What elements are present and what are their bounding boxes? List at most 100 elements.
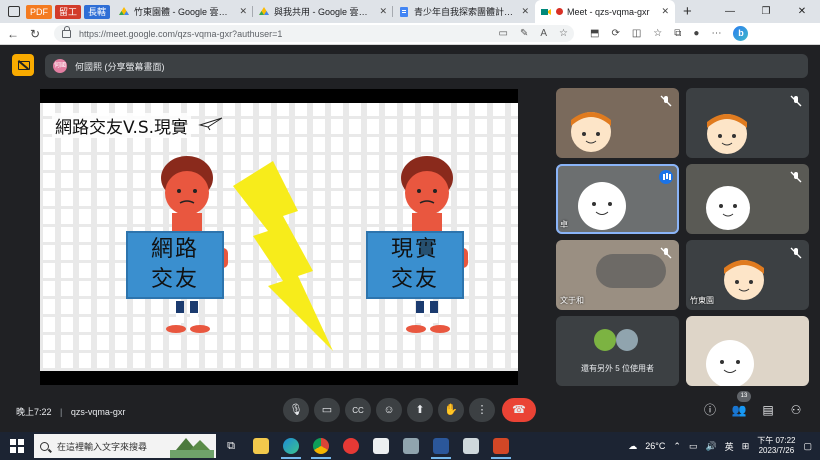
app-button-4[interactable] (456, 432, 486, 460)
raise-hand-button[interactable]: ✋ (438, 398, 464, 422)
keyboard-icon[interactable]: ⊞ (742, 441, 750, 452)
screen-share-icon[interactable] (12, 54, 34, 76)
chat-button[interactable]: ▤ (760, 402, 776, 418)
browser-toolbar: ⬒ ⟳ ◫ ☆ ⧉ ● ⋯ b (590, 26, 749, 41)
present-button[interactable]: ⬆ (407, 398, 433, 422)
back-arrow-icon[interactable]: ← (4, 27, 22, 41)
ime-indicator[interactable]: 英 (725, 440, 734, 453)
windows-start-icon[interactable] (10, 439, 24, 453)
participant-tile-6[interactable]: 竹東園 (686, 240, 809, 310)
tray-expand-icon[interactable]: ⌃ (673, 441, 681, 452)
participant-tile-1[interactable] (556, 88, 679, 158)
chrome-button[interactable] (306, 432, 336, 460)
windows-taskbar: 在這裡輸入文字來搜尋 ⧉ ☁ 26°C ⌃ ▭ 🔊 英 ⊞ 下午 07:22 2… (0, 432, 820, 460)
emoji-icon: ☺ (383, 404, 395, 416)
sign-right-line-1: 現實 (390, 237, 439, 262)
other-user-avatar (616, 329, 638, 351)
read-aloud-icon[interactable]: A (540, 28, 547, 39)
pinned-pdf[interactable]: PDF (26, 4, 52, 19)
extension-icon[interactable]: ⬒ (590, 28, 599, 39)
tab-drive-2[interactable]: 與我共用 - Google 雲端硬碟 ✕ (253, 0, 394, 23)
participant-tile-8[interactable] (686, 316, 809, 386)
network-icon[interactable]: ▭ (689, 441, 698, 452)
participant-tile-3[interactable]: 卓 (556, 164, 679, 234)
notification-icon[interactable]: ▢ (803, 441, 812, 452)
tab-docs[interactable]: 青少年自我探索團體計畫書_陳... ✕ (393, 0, 535, 23)
mic-button[interactable]: 🎙 (283, 398, 309, 422)
reactions-button[interactable]: ☺ (376, 398, 402, 422)
puzzle-icon (463, 438, 479, 454)
mic-off-icon (790, 247, 802, 259)
tab-actions-icon[interactable] (8, 6, 20, 17)
tab-close-icon[interactable]: ✕ (521, 6, 529, 17)
powerpoint-button[interactable] (486, 432, 516, 460)
collections-icon[interactable]: ⧉ (674, 28, 681, 39)
more-options-button[interactable]: ⋮ (469, 398, 495, 422)
tab-drive-1[interactable]: 竹東園體 - Google 雲端硬碟 ✕ (113, 0, 254, 23)
slide-title: 網路交友V.S.現實 (52, 113, 192, 138)
url-field[interactable]: https://meet.google.com/qzs-vqma-gxr?aut… (54, 25, 574, 42)
google-meet-icon (541, 8, 552, 15)
tray-clock[interactable]: 下午 07:22 2023/7/26 (757, 436, 795, 456)
task-view-button[interactable]: ⧉ (216, 432, 246, 460)
pinned-longterm[interactable]: 長轄 (84, 4, 111, 19)
taskbar-search-box[interactable]: 在這裡輸入文字來搜尋 (34, 434, 216, 458)
weather-icon[interactable]: ☁ (628, 441, 637, 452)
edit-icon[interactable]: ✎ (520, 28, 528, 39)
refresh-extension-icon[interactable]: ⟳ (611, 28, 619, 39)
present-screen-icon: ⬆ (415, 404, 425, 416)
favorite-star-icon[interactable]: ☆ (559, 28, 568, 39)
sticker-avatar (571, 112, 611, 152)
app-button-1[interactable] (336, 432, 366, 460)
presenter-banner: 何國 何國熙 (分享螢幕畫面) (45, 54, 808, 78)
tab-close-icon[interactable]: ✕ (379, 6, 387, 17)
presenter-avatar: 何國 (53, 59, 67, 73)
others-tile[interactable]: 還有另外 5 位使用者 (556, 316, 679, 386)
reload-icon[interactable]: ↻ (26, 27, 44, 41)
activities-button[interactable]: ⚇ (788, 402, 804, 418)
lock-icon[interactable] (62, 25, 71, 38)
search-placeholder: 在這裡輸入文字來搜尋 (57, 441, 148, 452)
calculator-icon (403, 438, 419, 454)
favorites-icon[interactable]: ☆ (653, 28, 662, 39)
camera-button[interactable]: ▭ (314, 398, 340, 422)
google-drive-icon (119, 6, 130, 15)
more-menu-icon[interactable]: ⋯ (711, 28, 721, 39)
edge-button[interactable] (276, 432, 306, 460)
weather-temp[interactable]: 26°C (645, 441, 665, 451)
participant-tile-5[interactable]: 文于和 (556, 240, 679, 310)
meet-area: 何國 何國熙 (分享螢幕畫面) 網路交友V.S.現實 網路 交友 現實 交友 卓… (0, 45, 820, 432)
profile-icon[interactable]: ● (693, 28, 699, 39)
participant-tile-4[interactable] (686, 164, 809, 234)
word-button[interactable] (426, 432, 456, 460)
folder-icon (253, 438, 269, 454)
new-tab-button[interactable]: + (683, 3, 692, 20)
microphone-icon: 🎙 (289, 404, 303, 416)
tab-close-icon[interactable]: ✕ (661, 6, 669, 17)
video-camera-icon: ▭ (321, 404, 333, 416)
split-screen-icon[interactable]: ◫ (632, 28, 641, 39)
sign-right: 現實 交友 (366, 231, 464, 299)
end-call-button[interactable]: ☎ (502, 398, 536, 422)
camera-permission-icon[interactable]: ▭ (499, 28, 508, 39)
app-button-3[interactable] (396, 432, 426, 460)
tab-close-icon[interactable]: ✕ (239, 6, 247, 17)
browser-tab-strip: PDF 留工 長轄 竹東園體 - Google 雲端硬碟 ✕ 與我共用 - Go… (0, 0, 820, 23)
pinned-work[interactable]: 留工 (55, 4, 82, 19)
edge-icon (283, 438, 299, 454)
tab-label: 青少年自我探索團體計畫書_陳... (414, 7, 515, 17)
participant-tile-2[interactable] (686, 88, 809, 158)
app-button-2[interactable] (366, 432, 396, 460)
restore-button[interactable]: ❐ (748, 6, 784, 17)
captions-button[interactable]: CC (345, 398, 371, 422)
people-button[interactable]: 👥 (731, 402, 747, 418)
close-window-button[interactable]: ✕ (784, 6, 820, 17)
bing-icon[interactable]: b (733, 26, 749, 41)
tab-meet[interactable]: Meet - qzs-vqma-gxr ✕ (535, 0, 676, 23)
tray-date: 2023/7/26 (758, 446, 795, 455)
minimize-button[interactable]: — (712, 6, 748, 17)
info-icon: ⓘ (703, 403, 716, 417)
file-explorer-button[interactable] (246, 432, 276, 460)
volume-icon[interactable]: 🔊 (705, 441, 716, 452)
meeting-details-button[interactable]: ⓘ (702, 402, 718, 418)
